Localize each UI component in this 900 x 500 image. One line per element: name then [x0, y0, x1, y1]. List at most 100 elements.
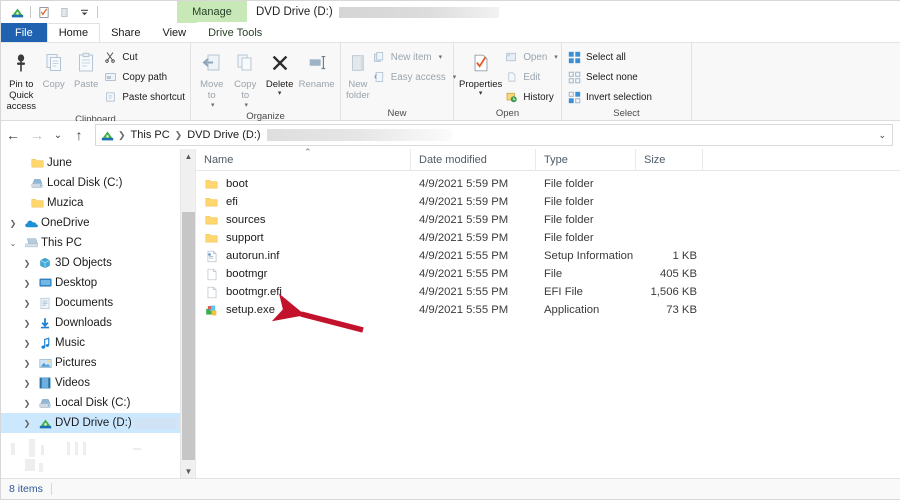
table-row[interactable]: boot 4/9/2021 5:59 PM File folder: [196, 175, 900, 193]
contextual-tab-header-manage[interactable]: Manage: [177, 1, 247, 23]
select-none-button[interactable]: Select none: [567, 69, 652, 85]
new-folder-button[interactable]: New folder: [346, 46, 370, 102]
breadcrumb-this-pc[interactable]: This PC: [128, 129, 173, 141]
copy-button[interactable]: Copy: [38, 46, 68, 91]
back-arrow-icon[interactable]: ←: [1, 123, 25, 147]
window-title-redaction: [339, 7, 499, 18]
tab-file[interactable]: File: [1, 23, 47, 42]
select-group-label: Select: [567, 107, 686, 121]
copy-to-button[interactable]: Copy to ▾: [230, 46, 262, 110]
select-all-button[interactable]: Select all: [567, 49, 652, 65]
quick-access-toolbar[interactable]: [1, 3, 101, 21]
chevron-down-icon[interactable]: ⌄: [5, 239, 21, 248]
chevron-right-icon[interactable]: ❯: [19, 419, 35, 428]
rename-label: Rename: [299, 80, 335, 91]
sidebar-item-muzica[interactable]: Muzica: [1, 193, 195, 213]
breadcrumb-dvd-drive[interactable]: DVD Drive (D:): [184, 129, 263, 141]
properties-chevron-down-icon[interactable]: ▾: [479, 91, 483, 97]
delete-button[interactable]: Delete ▾: [263, 46, 296, 97]
sidebar-item-downloads[interactable]: ❯ Downloads: [1, 313, 195, 333]
chevron-right-icon[interactable]: ❯: [19, 359, 35, 368]
tab-view[interactable]: View: [151, 23, 197, 42]
open-button[interactable]: Open ▾: [504, 49, 557, 65]
table-row[interactable]: autorun.inf 4/9/2021 5:55 PM Setup Infor…: [196, 247, 900, 265]
properties-button[interactable]: Properties ▾: [459, 46, 502, 97]
scroll-up-arrow-icon[interactable]: ▲: [181, 149, 196, 164]
new-folder-icon[interactable]: [54, 3, 74, 21]
recent-locations-chevron-icon[interactable]: ⌄: [49, 123, 67, 147]
properties-checklist-icon[interactable]: [34, 3, 54, 21]
table-row[interactable]: setup.exe 4/9/2021 5:55 PM Application 7…: [196, 301, 900, 319]
chevron-right-icon[interactable]: ❯: [19, 339, 35, 348]
file-date: 4/9/2021 5:55 PM: [411, 304, 536, 316]
new-item-chevron-down-icon[interactable]: ▾: [439, 53, 443, 61]
select-small-commands: Select all Select none: [567, 46, 652, 105]
sidebar-item-onedrive[interactable]: ❯ OneDrive: [1, 213, 195, 233]
tab-drive-tools[interactable]: Drive Tools: [197, 23, 273, 42]
table-row[interactable]: support 4/9/2021 5:59 PM File folder: [196, 229, 900, 247]
sidebar-item-documents[interactable]: ❯ Documents: [1, 293, 195, 313]
customize-chevron-icon[interactable]: [74, 3, 94, 21]
delete-chevron-down-icon[interactable]: ▾: [278, 91, 282, 97]
cut-button[interactable]: Cut: [103, 49, 185, 65]
column-header-date-modified[interactable]: Date modified: [411, 149, 536, 171]
sidebar-item-local-disk-c[interactable]: ❯ Local Disk (C:): [1, 393, 195, 413]
scrollbar-thumb[interactable]: [182, 212, 195, 460]
chevron-right-icon[interactable]: ❯: [19, 319, 35, 328]
column-header-name[interactable]: Name ⌃: [196, 149, 411, 171]
chevron-right-icon[interactable]: ❯: [19, 399, 35, 408]
dvd-drive-icon[interactable]: [7, 3, 27, 21]
chevron-right-icon[interactable]: ❯: [19, 279, 35, 288]
file-rows: boot 4/9/2021 5:59 PM File folder efi 4/…: [196, 171, 900, 319]
open-chevron-down-icon[interactable]: ▾: [554, 53, 558, 61]
address-redaction: [267, 129, 452, 141]
table-row[interactable]: bootmgr.efi 4/9/2021 5:55 PM EFI File 1,…: [196, 283, 900, 301]
properties-icon: [470, 48, 492, 78]
edit-button[interactable]: Edit: [504, 69, 557, 85]
column-header-size[interactable]: Size: [636, 149, 703, 171]
tab-share[interactable]: Share: [100, 23, 151, 42]
file-name-cell: boot: [196, 177, 411, 191]
copy-to-chevron-down-icon[interactable]: ▾: [244, 102, 248, 110]
table-row[interactable]: sources 4/9/2021 5:59 PM File folder: [196, 211, 900, 229]
history-button[interactable]: History: [504, 89, 557, 105]
navigation-pane-scrollbar[interactable]: ▲ ▼: [180, 149, 195, 479]
up-arrow-icon[interactable]: ↑: [67, 123, 91, 147]
sidebar-item-dvd-drive-d[interactable]: ❯ DVD Drive (D:): [1, 413, 195, 433]
sidebar-item-this-pc[interactable]: ⌄ This PC: [1, 233, 195, 253]
rename-button[interactable]: Rename: [298, 46, 335, 91]
new-item-button[interactable]: New item ▾: [372, 49, 457, 65]
table-row[interactable]: bootmgr 4/9/2021 5:55 PM File 405 KB: [196, 265, 900, 283]
sidebar-item-3d-objects[interactable]: ❯ 3D Objects: [1, 253, 195, 273]
sidebar-item-june[interactable]: June: [1, 153, 195, 173]
paste-button[interactable]: Paste: [71, 46, 101, 91]
tab-home[interactable]: Home: [47, 23, 100, 42]
address-bar[interactable]: ❯ This PC ❯ DVD Drive (D:) ⌄: [95, 124, 893, 146]
table-row[interactable]: efi 4/9/2021 5:59 PM File folder: [196, 193, 900, 211]
forward-arrow-icon[interactable]: →: [25, 123, 49, 147]
chevron-right-icon[interactable]: ❯: [19, 379, 35, 388]
pin-to-quick-access-button[interactable]: Pin to Quick access: [6, 46, 36, 113]
sidebar-item-local-disk-c-quick[interactable]: Local Disk (C:): [1, 173, 195, 193]
select-all-label: Select all: [586, 52, 626, 63]
invert-selection-button[interactable]: Invert selection: [567, 89, 652, 105]
move-to-chevron-down-icon[interactable]: ▾: [211, 102, 215, 110]
sidebar-item-pictures[interactable]: ❯ Pictures: [1, 353, 195, 373]
sidebar-item-music[interactable]: ❯ Music: [1, 333, 195, 353]
file-date: 4/9/2021 5:55 PM: [411, 286, 536, 298]
copy-path-button[interactable]: W Copy path: [103, 69, 185, 85]
ribbon-tab-strip[interactable]: File Home Share View Drive Tools: [1, 23, 900, 43]
chevron-right-icon[interactable]: ❯: [19, 299, 35, 308]
ribbon-group-open: Properties ▾ Open ▾: [454, 43, 562, 121]
chevron-right-icon[interactable]: ❯: [19, 259, 35, 268]
sidebar-item-desktop[interactable]: ❯ Desktop: [1, 273, 195, 293]
chevron-right-icon[interactable]: ❯: [5, 219, 21, 228]
column-header-type[interactable]: Type: [536, 149, 636, 171]
address-dropdown-chevron-icon[interactable]: ⌄: [878, 130, 886, 141]
sidebar-item-videos[interactable]: ❯ Videos: [1, 373, 195, 393]
easy-access-button[interactable]: Easy access ▾: [372, 69, 457, 85]
open-group-label: Open: [459, 107, 556, 121]
scroll-down-arrow-icon[interactable]: ▼: [181, 464, 196, 479]
paste-shortcut-button[interactable]: Paste shortcut: [103, 89, 185, 105]
move-to-button[interactable]: Move to ▾: [196, 46, 228, 110]
